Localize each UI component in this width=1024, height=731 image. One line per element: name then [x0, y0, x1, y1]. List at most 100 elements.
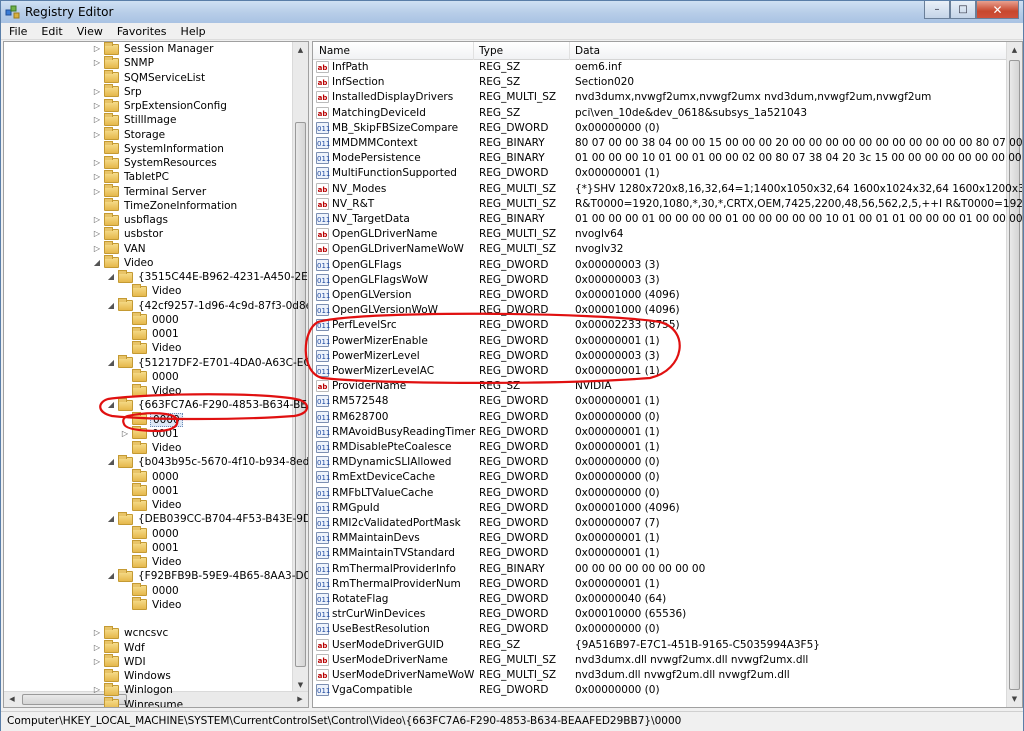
tree-node[interactable]: ▷ wcncsvc — [92, 625, 170, 640]
tree-node[interactable]: Winresume — [92, 697, 185, 708]
collapse-arrow-icon[interactable]: ◢ — [106, 272, 116, 282]
tree-node-label[interactable]: Video — [122, 257, 155, 269]
collapse-arrow-icon[interactable]: ◢ — [106, 514, 116, 524]
tree-node[interactable]: ◢ {DEB039CC-B704-4F53-B43E-9DD4432 — [106, 511, 308, 526]
tree-node[interactable]: Video — [120, 383, 183, 398]
table-row[interactable]: 011 RMGpuId REG_DWORD 0x00001000 (4096) — [313, 501, 1007, 516]
table-row[interactable]: ab OpenGLDriverName REG_MULTI_SZ nvoglv64 — [313, 227, 1007, 242]
collapse-arrow-icon[interactable]: ◢ — [106, 400, 116, 410]
collapse-arrow-icon[interactable]: ◢ — [106, 571, 116, 581]
table-row[interactable]: 011 PowerMizerEnable REG_DWORD 0x00000001 (… — [313, 334, 1007, 349]
table-row[interactable]: 011 RMAvoidBusyReadingTimer REG_DWORD 0x000… — [313, 425, 1007, 440]
tree-node-label[interactable]: Video — [150, 442, 183, 454]
table-row[interactable]: 011 PerfLevelSrc REG_DWORD 0x00002233 (8755… — [313, 318, 1007, 333]
tree-node-label[interactable]: 0000 — [150, 412, 183, 427]
tree-node[interactable]: ▷ Storage — [92, 127, 167, 142]
tree-node[interactable]: 0000 — [120, 469, 181, 484]
expand-arrow-icon[interactable] — [120, 529, 130, 539]
tree-node-label[interactable]: StillImage — [122, 114, 178, 126]
tree-node-label[interactable]: VAN — [122, 243, 148, 255]
table-row[interactable]: 011 RMDisablePteCoalesce REG_DWORD 0x000000… — [313, 440, 1007, 455]
tree-node-label[interactable]: 0001 — [150, 328, 181, 340]
tree-node[interactable]: ◢ {663FC7A6-F290-4853-B634-BEAAFED2 — [106, 397, 308, 412]
table-row[interactable]: ab InfPath REG_SZ oem6.inf — [313, 60, 1007, 75]
tree-node[interactable]: Video — [120, 440, 183, 455]
table-row[interactable]: 011 MultiFunctionSupported REG_DWORD 0x0000… — [313, 166, 1007, 181]
collapse-arrow-icon[interactable]: ◢ — [92, 258, 102, 268]
expand-arrow-icon[interactable] — [120, 486, 130, 496]
table-row[interactable]: 011 RMDynamicSLIAllowed REG_DWORD 0x0000000… — [313, 455, 1007, 470]
expand-arrow-icon[interactable]: ▷ — [92, 657, 102, 667]
expand-arrow-icon[interactable]: ▷ — [92, 101, 102, 111]
scroll-up-arrow-icon[interactable]: ▲ — [293, 42, 308, 58]
tree-node[interactable]: Video — [120, 283, 183, 298]
expand-arrow-icon[interactable] — [92, 700, 102, 708]
tree-node[interactable]: 0000 — [120, 583, 181, 598]
tree-node-label[interactable]: wcncsvc — [122, 627, 170, 639]
expand-arrow-icon[interactable] — [92, 671, 102, 681]
expand-arrow-icon[interactable] — [120, 600, 130, 610]
expand-arrow-icon[interactable] — [120, 315, 130, 325]
tree-node[interactable]: ◢ {42cf9257-1d96-4c9d-87f3-0d8e74595f — [106, 298, 308, 313]
expand-arrow-icon[interactable]: ▷ — [92, 172, 102, 182]
tree-node[interactable]: 0000 — [120, 312, 181, 327]
table-row[interactable]: ab UserModeDriverGUID REG_SZ {9A516B97-E7C1… — [313, 638, 1007, 653]
expand-arrow-icon[interactable]: ▷ — [92, 58, 102, 68]
tree-node-label[interactable]: SQMServiceList — [122, 72, 207, 84]
expand-arrow-icon[interactable]: ▷ — [92, 87, 102, 97]
tree-node-label[interactable]: Storage — [122, 129, 167, 141]
tree-node[interactable]: Video — [120, 340, 183, 355]
tree-node-label[interactable]: TabletPC — [122, 171, 171, 183]
tree-node-label[interactable]: 0001 — [150, 428, 181, 440]
tree-node-label[interactable]: Winlogon — [122, 684, 175, 696]
expand-arrow-icon[interactable] — [120, 386, 130, 396]
tree-node-label[interactable]: SystemInformation — [122, 143, 226, 155]
tree-scroll-thumb[interactable] — [295, 122, 306, 667]
tree-node[interactable]: Video — [120, 597, 183, 612]
tree-node-label[interactable]: SrpExtensionConfig — [122, 100, 229, 112]
table-row[interactable]: ab NV_Modes REG_MULTI_SZ {*}SHV 1280x720x8,… — [313, 182, 1022, 197]
tree-node[interactable]: ▷ Wdf — [92, 640, 147, 655]
tree-node[interactable]: Windows — [92, 668, 173, 683]
tree-node[interactable]: ▷ Session Manager — [92, 42, 215, 56]
tree-node[interactable]: ◢ {51217DF2-E701-4DA0-A63C-EC5A36D — [106, 355, 308, 370]
expand-arrow-icon[interactable]: ▷ — [92, 187, 102, 197]
tree-node-label[interactable]: {42cf9257-1d96-4c9d-87f3-0d8e74595f — [136, 300, 308, 312]
expand-arrow-icon[interactable]: ▷ — [92, 115, 102, 125]
scroll-down-arrow-icon[interactable]: ▼ — [1007, 691, 1022, 707]
expand-arrow-icon[interactable] — [120, 415, 130, 425]
table-row[interactable]: 011 RM572548 REG_DWORD 0x00000001 (1) — [313, 394, 1007, 409]
table-row[interactable]: 011 RM628700 REG_DWORD 0x00000000 (0) — [313, 410, 1007, 425]
tree-node[interactable]: ▷ VAN — [92, 241, 148, 256]
table-row[interactable]: 011 MB_SkipFBSizeCompare REG_DWORD 0x000000… — [313, 121, 1007, 136]
tree-node[interactable]: ◢ {3515C44E-B962-4231-A450-2E1537290C — [106, 269, 308, 284]
table-row[interactable]: 011 ModePersistence REG_BINARY 01 00 00 00 … — [313, 151, 1022, 166]
expand-arrow-icon[interactable] — [120, 443, 130, 453]
tree-node-label[interactable]: WDI — [122, 656, 148, 668]
expand-arrow-icon[interactable] — [120, 500, 130, 510]
scroll-up-arrow-icon[interactable]: ▲ — [1007, 42, 1022, 58]
tree-node[interactable]: ▷ StillImage — [92, 112, 178, 127]
menu-edit[interactable]: Edit — [33, 23, 68, 39]
title-bar[interactable]: Registry Editor – □ ✕ — [1, 1, 1023, 23]
tree-node[interactable]: ▷ usbstor — [92, 226, 165, 241]
tree-node-label[interactable]: {51217DF2-E701-4DA0-A63C-EC5A36D — [136, 357, 308, 369]
tree-node[interactable]: ▷ Terminal Server — [92, 184, 208, 199]
expand-arrow-icon[interactable] — [92, 73, 102, 83]
tree-node[interactable]: ◢ {F92BFB9B-59E9-4B65-8AA3-D004C26E — [106, 568, 308, 583]
table-row[interactable]: 011 RotateFlag REG_DWORD 0x00000040 (64) — [313, 592, 1007, 607]
tree-node[interactable]: ▷ TabletPC — [92, 169, 171, 184]
menu-help[interactable]: Help — [173, 23, 212, 39]
tree-node-label[interactable]: Video — [150, 556, 183, 568]
expand-arrow-icon[interactable]: ▷ — [92, 685, 102, 695]
table-row[interactable]: 011 RmThermalProviderInfo REG_BINARY 00 00 … — [313, 562, 1007, 577]
tree-node[interactable]: ▷ SystemResources — [92, 155, 219, 170]
expand-arrow-icon[interactable] — [92, 144, 102, 154]
expand-arrow-icon[interactable]: ▷ — [92, 229, 102, 239]
expand-arrow-icon[interactable]: ▷ — [92, 628, 102, 638]
registry-tree-pane[interactable]: ▲ ▼ ◀ ▶ ▷ Session Manager ▷ SNMP SQMServiceL… — [3, 41, 309, 708]
table-row[interactable]: ab InstalledDisplayDrivers REG_MULTI_SZ nvd… — [313, 90, 1007, 105]
collapse-arrow-icon[interactable]: ◢ — [106, 301, 116, 311]
table-row[interactable]: ab OpenGLDriverNameWoW REG_MULTI_SZ nvoglv3… — [313, 242, 1007, 257]
expand-arrow-icon[interactable]: ▷ — [92, 643, 102, 653]
